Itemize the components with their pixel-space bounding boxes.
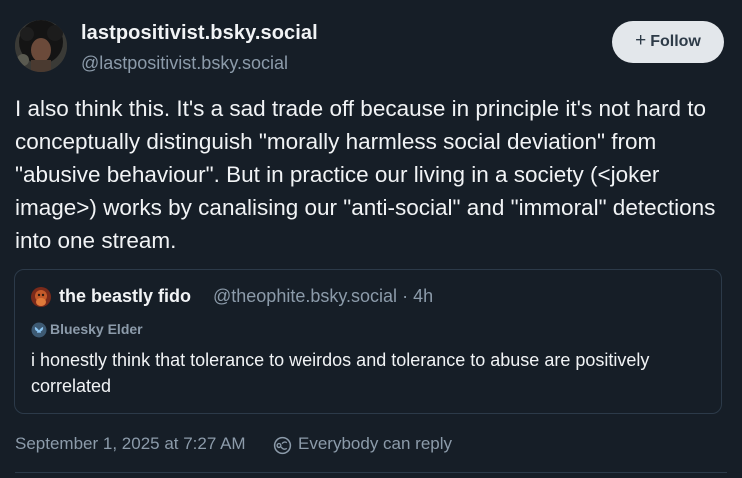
author-avatar[interactable] xyxy=(15,20,67,72)
post-thread-item: lastpositivist.bsky.social @lastpositivi… xyxy=(0,0,742,478)
quote-author-avatar[interactable] xyxy=(31,287,51,307)
quote-author-name[interactable]: the beastly fido xyxy=(59,286,191,307)
author-handle[interactable]: @lastpositivist.bsky.social xyxy=(81,53,288,74)
quote-separator: · xyxy=(402,286,409,306)
divider xyxy=(15,472,727,473)
quote-author-handle[interactable]: @theophite.bsky.social xyxy=(213,286,397,306)
butterfly-badge-icon xyxy=(31,322,47,338)
follow-button[interactable]: + Follow xyxy=(612,21,724,63)
post-timestamp[interactable]: September 1, 2025 at 7:27 AM xyxy=(15,434,246,454)
quote-author-badge: Bluesky Elder xyxy=(50,321,143,337)
avatar-image-icon xyxy=(15,20,67,72)
quote-avatar-image-icon xyxy=(31,287,51,307)
plus-icon: + xyxy=(635,30,647,51)
post-text: I also think this. It's a sad trade off … xyxy=(15,96,716,253)
quote-age[interactable]: 4h xyxy=(413,286,433,306)
author-display-name[interactable]: lastpositivist.bsky.social xyxy=(81,22,318,45)
follow-button-label: Follow xyxy=(650,33,701,50)
reply-setting-label[interactable]: Everybody can reply xyxy=(298,434,452,454)
reply-settings-icon xyxy=(273,436,292,455)
quote-text: i honestly think that tolerance to weird… xyxy=(31,350,650,396)
quoted-post[interactable]: the beastly fido @theophite.bsky.social … xyxy=(14,269,722,414)
quote-author-meta: @theophite.bsky.social · 4h xyxy=(213,286,433,307)
